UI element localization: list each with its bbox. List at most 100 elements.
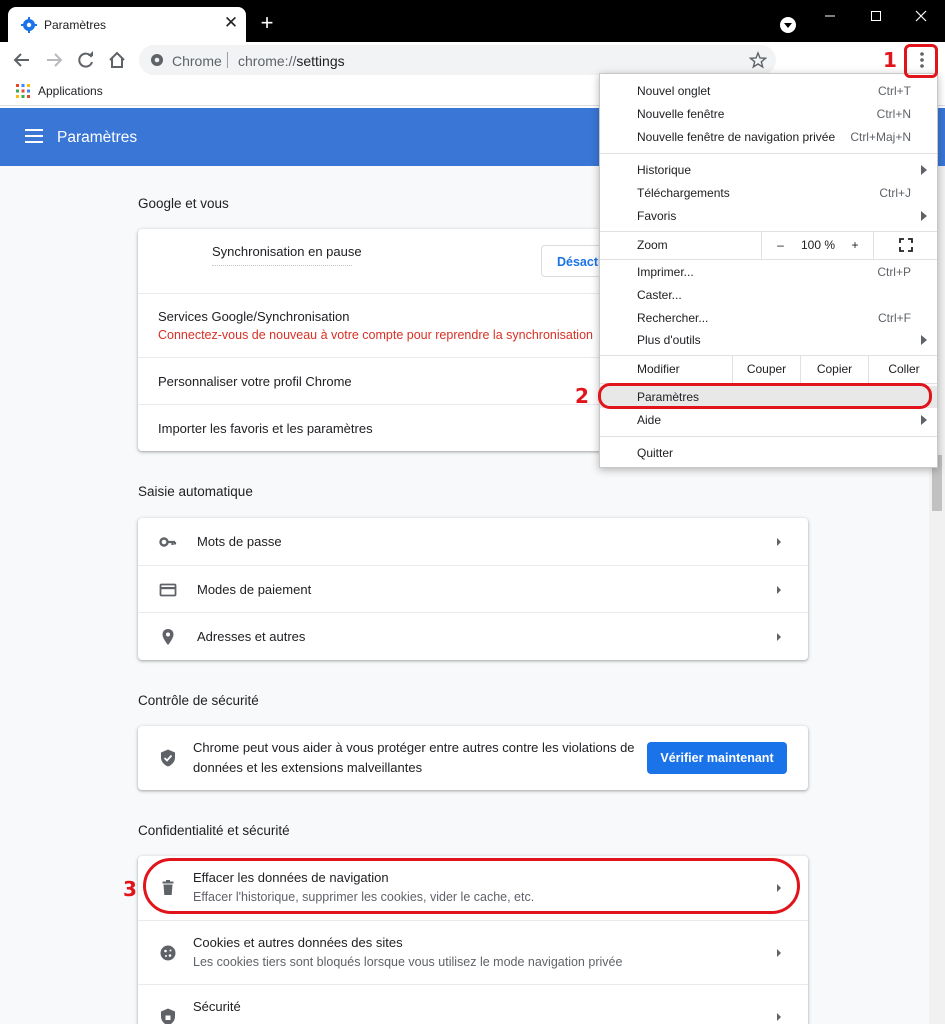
close-tab-icon[interactable]: ✕ (220, 12, 242, 34)
annotation-box-settings (598, 383, 932, 409)
cut-button[interactable]: Couper (732, 355, 800, 383)
customize-profile-label: Personnaliser votre profil Chrome (158, 374, 352, 389)
chrome-logo-icon (151, 54, 163, 66)
menu-item-label: Favoris (637, 209, 677, 223)
title-bar: Paramètres ✕ + (0, 0, 945, 42)
import-label: Importer les favoris et les paramètres (158, 421, 373, 436)
key-icon (159, 537, 177, 547)
omnibox[interactable]: Chrome chrome://settings (139, 45, 776, 75)
tab-title: Paramètres (44, 18, 107, 32)
omnibox-separator (227, 52, 228, 68)
menu-item-bookmarks[interactable]: Favoris (600, 205, 937, 227)
sync-status: Synchronisation en pause (212, 244, 362, 259)
back-arrow-icon[interactable] (11, 49, 33, 71)
annotation-step-3: 3 (123, 877, 137, 901)
menu-item-label: Plus d'outils (637, 333, 701, 347)
zoom-in-button[interactable]: + (837, 231, 873, 259)
annotation-box-clear-data (143, 858, 800, 914)
apps-grid-icon[interactable] (16, 84, 30, 98)
menu-item-new-tab[interactable]: Nouvel onglet Ctrl+T (600, 80, 937, 102)
fullscreen-button[interactable] (873, 231, 939, 259)
addresses-row[interactable]: Adresses et autres (138, 612, 808, 660)
location-pin-icon (162, 629, 174, 645)
submenu-arrow-icon (921, 335, 927, 345)
menu-item-label: Historique (637, 163, 692, 177)
reload-icon[interactable] (75, 49, 97, 71)
submenu-arrow-icon (921, 415, 927, 425)
minimize-icon[interactable] (820, 6, 840, 26)
cookies-row[interactable]: Cookies et autres données des sites Les … (138, 920, 808, 984)
section-title-autofill: Saisie automatique (138, 484, 253, 499)
hamburger-menu-icon[interactable] (25, 129, 43, 143)
url-scheme: chrome:// (238, 53, 297, 69)
credit-card-icon (159, 583, 177, 597)
menu-item-print[interactable]: Imprimer... Ctrl+P (600, 261, 937, 283)
zoom-out-button[interactable]: – (761, 231, 799, 259)
menu-item-more-tools[interactable]: Plus d'outils (600, 329, 937, 351)
payment-methods-label: Modes de paiement (197, 582, 312, 597)
sync-account-placeholder (212, 265, 352, 268)
annotation-step-1: 1 (883, 48, 897, 72)
omnibox-url[interactable]: chrome://settings (238, 53, 345, 69)
new-tab-button[interactable]: + (256, 12, 278, 35)
menu-item-shortcut: Ctrl+T (878, 84, 911, 98)
browser-tab[interactable]: Paramètres ✕ (8, 7, 246, 42)
menu-item-shortcut: Ctrl+J (879, 186, 911, 200)
close-window-icon[interactable] (911, 6, 931, 26)
menu-item-label: Imprimer... (637, 265, 694, 279)
annotation-step-2: 2 (575, 384, 589, 408)
safety-check-line2: données et les extensions malveillantes (193, 760, 423, 775)
menu-edit-row: Modifier Couper Copier Coller (600, 355, 937, 383)
home-icon[interactable] (106, 49, 128, 71)
menu-item-label: Nouvel onglet (637, 84, 711, 98)
addresses-label: Adresses et autres (197, 629, 306, 644)
menu-item-shortcut: Ctrl+N (876, 107, 911, 121)
menu-separator (600, 259, 937, 260)
arrow-right-icon (777, 633, 781, 641)
menu-item-label: Téléchargements (637, 186, 730, 200)
submenu-arrow-icon (921, 211, 927, 221)
menu-item-new-window[interactable]: Nouvelle fenêtre Ctrl+N (600, 103, 937, 125)
arrow-right-icon (777, 949, 781, 957)
bookmark-star-icon[interactable] (749, 51, 767, 69)
security-label: Sécurité (193, 999, 241, 1014)
menu-item-label: Caster... (637, 288, 682, 302)
menu-item-history[interactable]: Historique (600, 159, 937, 181)
settings-title: Paramètres (57, 129, 138, 146)
payment-methods-row[interactable]: Modes de paiement (138, 565, 808, 612)
menu-item-downloads[interactable]: Téléchargements Ctrl+J (600, 182, 937, 204)
forward-arrow-icon[interactable] (43, 49, 65, 71)
fullscreen-icon (899, 238, 913, 252)
safety-check-card: Chrome peut vous aider à vous protéger e… (138, 726, 808, 790)
security-row[interactable]: Sécurité (138, 984, 808, 1024)
menu-item-incognito[interactable]: Nouvelle fenêtre de navigation privée Ctr… (600, 126, 937, 148)
menu-item-help[interactable]: Aide (600, 409, 937, 431)
submenu-arrow-icon (921, 165, 927, 175)
edit-label: Modifier (637, 362, 680, 376)
annotation-box-menu (904, 44, 938, 78)
paste-button[interactable]: Coller (868, 355, 939, 383)
apps-bookmark-label[interactable]: Applications (38, 84, 103, 98)
maximize-icon[interactable] (866, 6, 886, 26)
shield-check-icon (161, 749, 175, 767)
cookie-icon (160, 945, 176, 961)
omnibox-site-label: Chrome (172, 53, 222, 69)
menu-item-quit[interactable]: Quitter (600, 442, 937, 464)
shield-icon (161, 1008, 175, 1024)
menu-item-label: Quitter (637, 446, 674, 460)
menu-item-label: Rechercher... (637, 311, 709, 325)
menu-item-label: Nouvelle fenêtre (637, 107, 725, 121)
menu-separator (600, 153, 937, 154)
menu-item-cast[interactable]: Caster... (600, 284, 937, 306)
menu-item-find[interactable]: Rechercher... Ctrl+F (600, 307, 937, 329)
tab-search-icon[interactable] (779, 16, 797, 34)
gear-icon (21, 17, 37, 33)
zoom-label: Zoom (637, 238, 668, 252)
passwords-row[interactable]: Mots de passe (138, 518, 808, 565)
check-now-button[interactable]: Vérifier maintenant (647, 742, 787, 774)
cookies-label: Cookies et autres données des sites (193, 935, 403, 950)
menu-item-shortcut: Ctrl+Maj+N (850, 130, 911, 144)
copy-button[interactable]: Copier (800, 355, 868, 383)
section-title-safety-check: Contrôle de sécurité (138, 693, 259, 708)
arrow-right-icon (777, 586, 781, 594)
